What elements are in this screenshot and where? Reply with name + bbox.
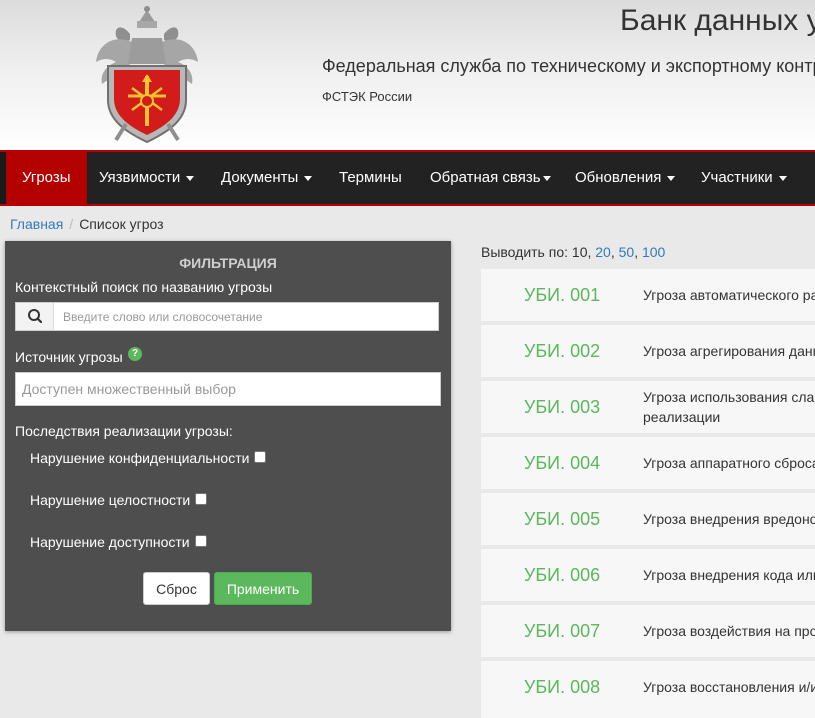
checkbox-availability[interactable] (195, 535, 207, 547)
threat-row[interactable]: УБИ. 006 Угроза внедрения кода или (481, 549, 815, 601)
threat-name[interactable]: Угроза внедрения кода или (643, 549, 815, 601)
nav-item-threats[interactable]: Угрозы (6, 152, 87, 204)
threat-id[interactable]: УБИ. 004 (481, 437, 643, 489)
threat-id[interactable]: УБИ. 005 (481, 493, 643, 545)
nav-item-vulnerabilities[interactable]: Уязвимости (99, 152, 195, 204)
per-page-option-50[interactable]: 50 (619, 244, 635, 260)
threat-name[interactable]: Угроза внедрения вредонос (643, 493, 815, 545)
threat-name-line-1: Угроза использования слаб (643, 389, 815, 405)
threat-name-line-2: реализации (643, 409, 721, 425)
threat-row[interactable]: УБИ. 005 Угроза внедрения вредонос (481, 493, 815, 545)
search-box (15, 302, 439, 331)
threat-id[interactable]: УБИ. 002 (481, 325, 643, 377)
help-question-icon[interactable]: ? (128, 347, 142, 361)
per-page-option-20[interactable]: 20 (595, 244, 611, 260)
threat-id[interactable]: УБИ. 006 (481, 549, 643, 601)
checkbox-integrity[interactable] (195, 493, 207, 505)
threat-id[interactable]: УБИ. 003 (481, 381, 643, 433)
per-page-label: Выводить по: (481, 244, 569, 260)
main-navbar: Угрозы Уязвимости Документы Термины Обра… (0, 150, 815, 206)
caret-down-icon (542, 175, 551, 181)
threat-row[interactable]: УБИ. 001 Угроза автоматического ра (481, 269, 815, 321)
source-multiselect[interactable] (15, 372, 441, 406)
caret-down-icon (667, 175, 676, 181)
checkbox-label-availability: Нарушение доступности (30, 534, 190, 550)
threat-id[interactable]: УБИ. 008 (481, 661, 643, 713)
checkbox-label-confidentiality: Нарушение конфиденциальности (30, 450, 250, 466)
threat-name[interactable]: Угроза агрегирования данн (643, 325, 815, 377)
caret-down-icon (304, 175, 313, 181)
source-label: Источник угрозы (15, 349, 123, 365)
threat-row[interactable]: УБИ. 002 Угроза агрегирования данн (481, 325, 815, 377)
nav-item-label: Участники (701, 169, 773, 186)
threat-name[interactable]: Угроза автоматического ра (643, 269, 815, 321)
threat-row[interactable]: УБИ. 007 Угроза воздействия на про (481, 605, 815, 657)
threat-id[interactable]: УБИ. 001 (481, 269, 643, 321)
search-input[interactable] (55, 303, 437, 330)
breadcrumb-home-link[interactable]: Главная (10, 216, 63, 232)
caret-down-icon (778, 175, 787, 181)
nav-item-updates[interactable]: Обновления (575, 152, 676, 204)
consequences-label: Последствия реализации угрозы: (15, 423, 233, 439)
threat-name[interactable]: Угроза восстановления и/и (643, 661, 815, 713)
site-header: Банк данных у Федеральная служба по техн… (0, 0, 815, 150)
nav-item-participants[interactable]: Участники (701, 152, 787, 204)
checkbox-label-integrity: Нарушение целостности (30, 492, 191, 508)
checkbox-confidentiality[interactable] (254, 451, 266, 463)
nav-item-label: Обратная связь (430, 169, 541, 186)
fstec-emblem-logo[interactable] (92, 4, 202, 146)
search-label: Контекстный поиск по названию угрозы (15, 279, 273, 295)
threat-row[interactable]: УБИ. 008 Угроза восстановления и/и (481, 661, 815, 718)
threat-row[interactable]: УБИ. 003 Угроза использования слаб реали… (481, 381, 815, 433)
filter-title: ФИЛЬТРАЦИЯ (179, 255, 277, 271)
source-input[interactable] (16, 373, 440, 405)
threat-name[interactable]: Угроза аппаратного сброса (643, 437, 815, 489)
threat-name[interactable]: Угроза воздействия на про (643, 605, 815, 657)
threat-name[interactable]: Угроза использования слаб реализации (643, 381, 815, 433)
nav-item-label: Документы (221, 169, 299, 186)
filter-panel: ФИЛЬТРАЦИЯ Контекстный поиск по названию… (5, 241, 451, 631)
reset-button[interactable]: Сброс (143, 572, 210, 605)
nav-item-feedback[interactable]: Обратная связь (430, 152, 551, 204)
breadcrumb: Главная / Список угроз (10, 216, 164, 232)
per-page-option-100[interactable]: 100 (642, 244, 665, 260)
organization-name: Федеральная служба по техническому и экс… (322, 56, 815, 76)
apply-button[interactable]: Применить (214, 572, 312, 605)
nav-item-terms[interactable]: Термины (339, 152, 402, 204)
threat-row[interactable]: УБИ. 004 Угроза аппаратного сброса (481, 437, 815, 489)
per-page-current: 10 (571, 244, 588, 260)
site-title: Банк данных у (620, 4, 815, 37)
nav-item-label: Обновления (575, 169, 662, 186)
organization-short-name: ФСТЭК России (322, 89, 413, 104)
nav-item-label: Угрозы (22, 169, 71, 186)
breadcrumb-current: Список угроз (79, 216, 164, 232)
per-page-selector: Выводить по: 10, 20, 50, 100 (481, 244, 666, 260)
nav-item-label: Уязвимости (99, 169, 181, 186)
search-icon[interactable] (16, 303, 54, 330)
nav-item-label: Термины (339, 169, 402, 186)
breadcrumb-separator: / (69, 216, 74, 232)
caret-down-icon (186, 175, 195, 181)
threat-id[interactable]: УБИ. 007 (481, 605, 643, 657)
nav-item-documents[interactable]: Документы (221, 152, 313, 204)
